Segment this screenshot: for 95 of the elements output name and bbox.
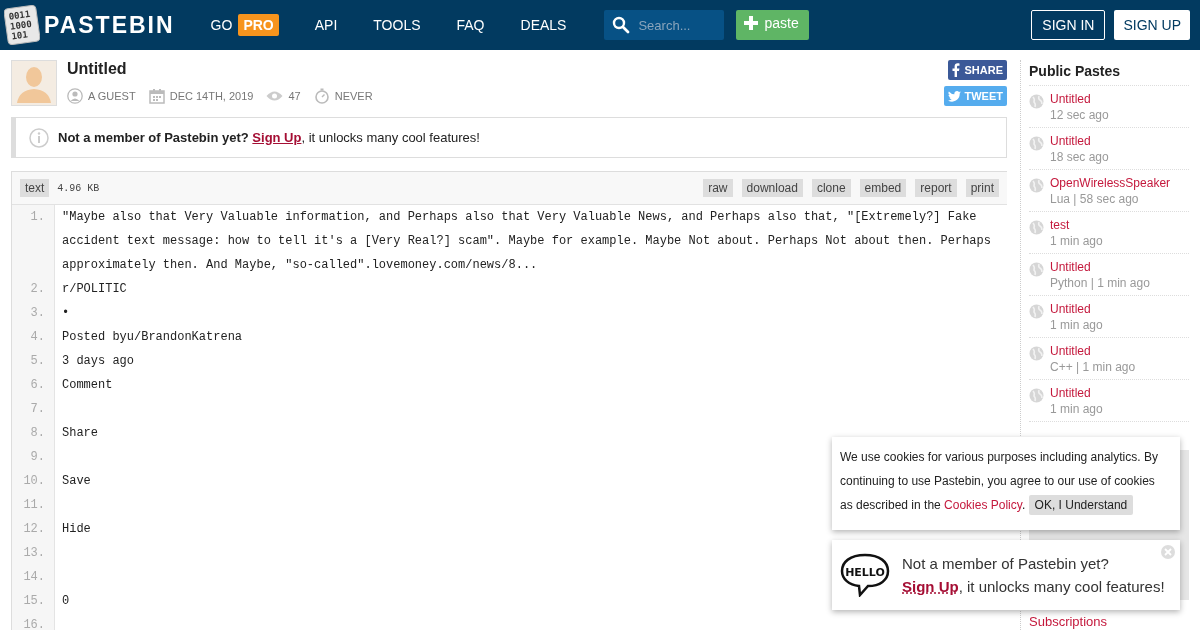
syntax-tag[interactable]: text — [20, 179, 50, 197]
user-icon — [67, 88, 83, 104]
paste-meta: 1 min ago — [1050, 233, 1103, 249]
expiry-label: NEVER — [334, 90, 373, 102]
sign-in-button[interactable]: SIGN IN — [1031, 10, 1106, 40]
line-number: 11. — [22, 497, 46, 514]
nav-link[interactable]: DEALS — [520, 14, 567, 36]
avatar-silhouette — [11, 60, 57, 106]
code-line: Comment — [62, 378, 113, 392]
paste-meta: 18 sec ago — [1050, 149, 1109, 165]
notice-text: Not a member of Pastebin yet? Sign Up, it unlocks many cool features! — [58, 130, 480, 145]
sign-up-button[interactable]: SIGN UP — [1114, 10, 1190, 40]
code-line: Posted byu/BrandonKatrena — [62, 330, 243, 344]
globe-icon — [1029, 220, 1044, 235]
sidebar-heading: Public Pastes — [1029, 60, 1189, 86]
line-number: 4. — [29, 329, 46, 346]
line-number: 8. — [29, 425, 46, 442]
nav-link[interactable]: FAQ — [456, 14, 485, 36]
nav-link[interactable]: API — [314, 14, 338, 36]
search-field[interactable]: Search... — [604, 10, 725, 40]
paste-link[interactable]: Untitled — [1050, 301, 1103, 317]
popup-message: Not a member of Pastebin yet? — [902, 555, 1110, 572]
code-line: 0 — [62, 594, 70, 608]
logo-wordmark[interactable]: PASTEBIN — [44, 11, 175, 39]
code-action-button[interactable]: clone — [811, 179, 851, 197]
globe-icon — [1029, 262, 1044, 277]
code-action-button[interactable]: print — [965, 179, 999, 197]
subscriptions-link[interactable]: Subscriptions — [1029, 614, 1189, 629]
code-line: Share — [62, 426, 98, 440]
views-count: 47 — [288, 90, 301, 102]
line-number: 1. — [29, 209, 46, 226]
line-number: 12. — [22, 521, 46, 538]
globe-icon — [1029, 304, 1044, 319]
globe-icon — [1029, 178, 1044, 193]
globe-icon — [1029, 346, 1044, 361]
file-size: 4.96 KB — [57, 182, 100, 194]
code-line: Hide — [62, 522, 91, 536]
cookie-notice-text: We use cookies for various purposes including analytics. By continuing to use Pastebin, you agree to our use of cookies as described in the Cookies Policy. OK, I Understand — [840, 445, 1164, 517]
pro-badge: PRO — [238, 14, 279, 36]
popup-signup-text: Sign Up, it unlocks many cool features! — [902, 578, 1165, 595]
paste-meta: Python | 1 min ago — [1050, 275, 1150, 291]
line-number: 9. — [29, 449, 46, 466]
code-line: 3 days ago — [62, 354, 134, 368]
line-number: 15. — [22, 593, 46, 610]
code-action-button[interactable]: raw — [703, 179, 733, 197]
close-icon[interactable] — [1161, 545, 1175, 559]
paste-link[interactable]: Untitled — [1050, 343, 1136, 359]
line-number: 3. — [29, 305, 46, 322]
globe-icon — [1029, 136, 1044, 151]
paste-meta: C++ | 1 min ago — [1050, 359, 1136, 375]
line-number: 16. — [22, 617, 46, 630]
line-number: 13. — [22, 545, 46, 562]
bird-icon — [947, 90, 961, 102]
paste-link[interactable]: test — [1050, 217, 1103, 233]
line-number: 6. — [29, 377, 46, 394]
eye-icon — [266, 90, 284, 102]
line-number: 14. — [22, 569, 46, 586]
sign-up-link[interactable]: Sign Up — [902, 578, 959, 595]
code-line: • — [62, 306, 70, 320]
hello-speech-bubble-icon: HELLO — [840, 553, 890, 597]
globe-icon — [1029, 94, 1044, 109]
paste-link[interactable]: Untitled — [1050, 259, 1150, 275]
paste-link[interactable]: Untitled — [1050, 133, 1109, 149]
cookies-policy-link[interactable]: Cookies Policy — [944, 498, 1022, 512]
paste-meta: 1 min ago — [1050, 317, 1103, 333]
code-line: r/POLITIC — [62, 282, 127, 296]
nav-link[interactable]: TOOLS — [373, 14, 421, 36]
author-label: A GUEST — [88, 90, 136, 102]
stopwatch-icon — [313, 88, 330, 104]
nav-link[interactable]: GO PRO — [210, 14, 279, 36]
paste-link[interactable]: Untitled — [1050, 385, 1103, 401]
line-number: 2. — [29, 281, 46, 298]
paste-link[interactable]: OpenWirelessSpeaker — [1050, 175, 1171, 191]
ok-button[interactable]: OK, I Understand — [1028, 495, 1134, 515]
line-number: 7. — [29, 401, 46, 418]
paste-link[interactable]: Untitled — [1050, 91, 1109, 107]
info-icon — [29, 127, 49, 148]
code-line: "Maybe also that Very Valuable information, and Perhaps also that Very Valuable News, and Perhaps also that, "[Extremely?] Fake accident text message: how to tell it's a [Very Real?] scam". Maybe for example. Maybe Not about. Perhaps Not about then. Perhaps approximately then. And Maybe, "so-called".lovemoney.com/news/8... — [62, 210, 992, 272]
date-label: DEC 14TH, 2019 — [169, 90, 254, 102]
line-number: 10. — [22, 473, 46, 490]
plus-icon — [744, 16, 759, 30]
paste-meta: 1 min ago — [1050, 401, 1103, 417]
code-action-button[interactable]: download — [741, 179, 803, 197]
code-action-button[interactable]: embed — [859, 179, 907, 197]
calendar-icon — [148, 88, 165, 104]
paste-meta: 12 sec ago — [1050, 107, 1109, 123]
logo-icon[interactable]: 0011 1000 101 — [4, 5, 40, 45]
code-action-button[interactable]: report — [915, 179, 957, 197]
code-line: Save — [62, 474, 91, 488]
facebook-icon — [952, 63, 961, 77]
line-number: 5. — [29, 353, 46, 370]
paste-title: Untitled — [67, 60, 128, 78]
globe-icon — [1029, 388, 1044, 403]
share-button[interactable]: SHARE — [948, 60, 1007, 80]
paste-meta: Lua | 58 sec ago — [1050, 191, 1140, 207]
